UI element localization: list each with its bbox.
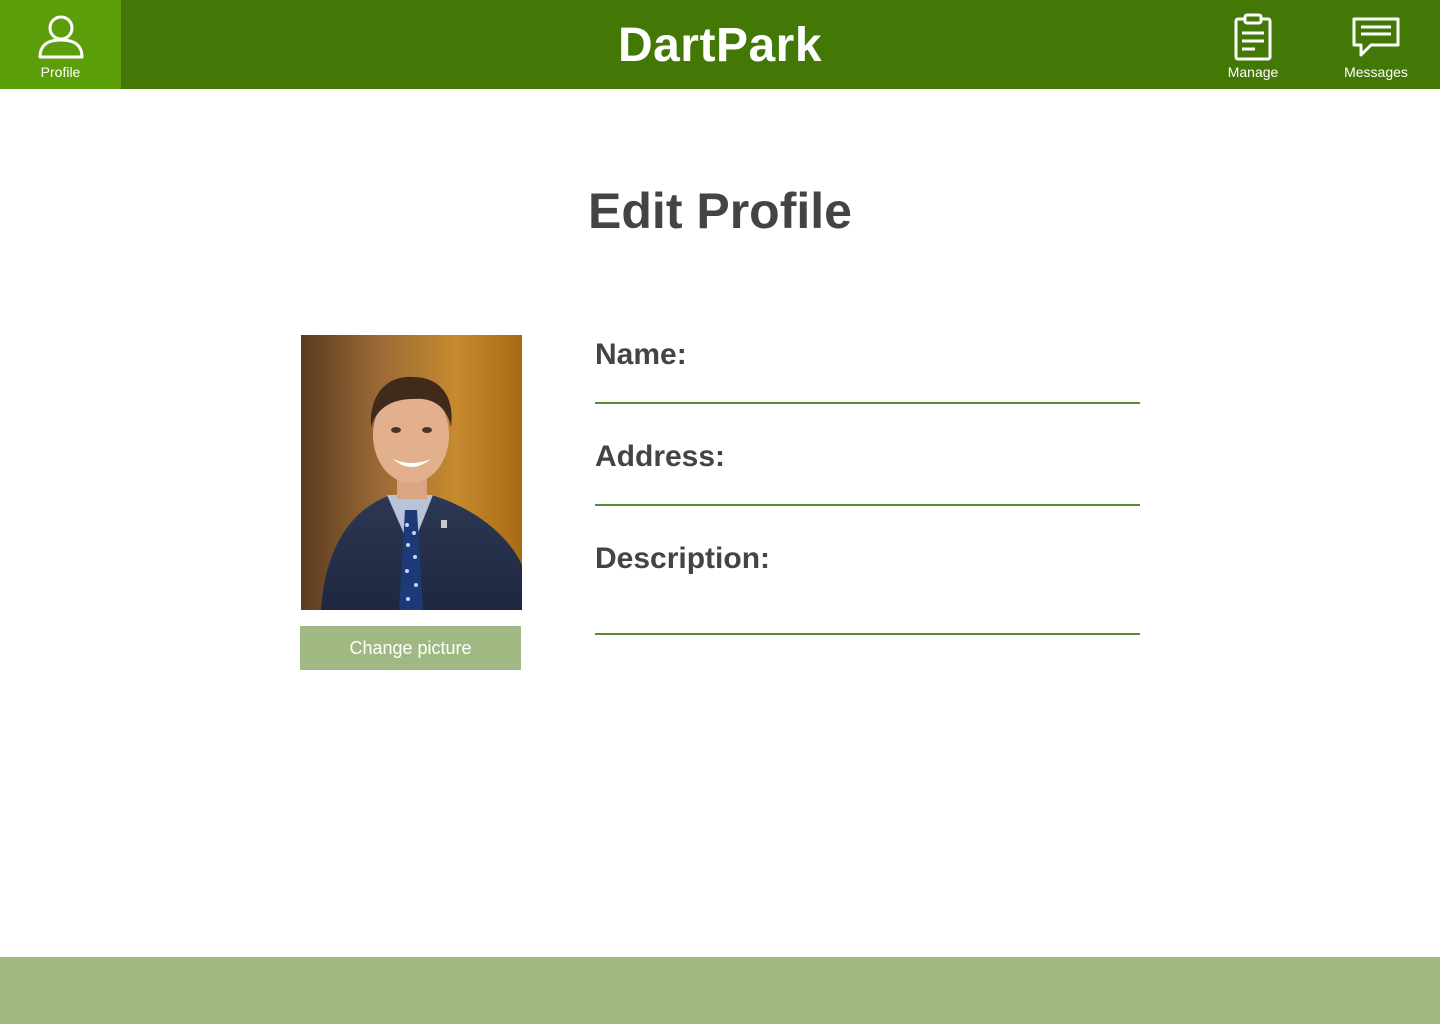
address-field: Address: — [595, 440, 1140, 508]
name-input[interactable] — [595, 372, 1140, 404]
nav-messages-button[interactable]: Messages — [1326, 0, 1426, 89]
user-icon — [37, 12, 85, 62]
nav-manage-label: Manage — [1227, 64, 1279, 80]
address-input[interactable] — [595, 474, 1140, 506]
nav-messages-label: Messages — [1344, 64, 1408, 80]
chat-icon — [1351, 12, 1401, 62]
description-field: Description: — [595, 542, 1140, 636]
name-field: Name: — [595, 338, 1140, 406]
profile-photo — [301, 335, 522, 610]
description-input[interactable] — [595, 576, 1140, 635]
nav-profile-label: Profile — [40, 64, 81, 80]
app-brand-title: DartPark — [617, 19, 823, 72]
clipboard-icon — [1233, 12, 1273, 62]
change-picture-button[interactable]: Change picture — [300, 626, 521, 670]
address-label: Address: — [595, 440, 726, 473]
top-navigation-bar: Profile DartPark Manage Messages — [0, 0, 1440, 89]
nav-manage-button[interactable]: Manage — [1203, 0, 1303, 89]
page-title: Edit Profile — [588, 183, 852, 239]
nav-profile-button[interactable]: Profile — [0, 0, 121, 89]
name-label: Name: — [595, 338, 687, 371]
footer-bar — [0, 957, 1440, 1024]
description-label: Description: — [595, 542, 771, 575]
